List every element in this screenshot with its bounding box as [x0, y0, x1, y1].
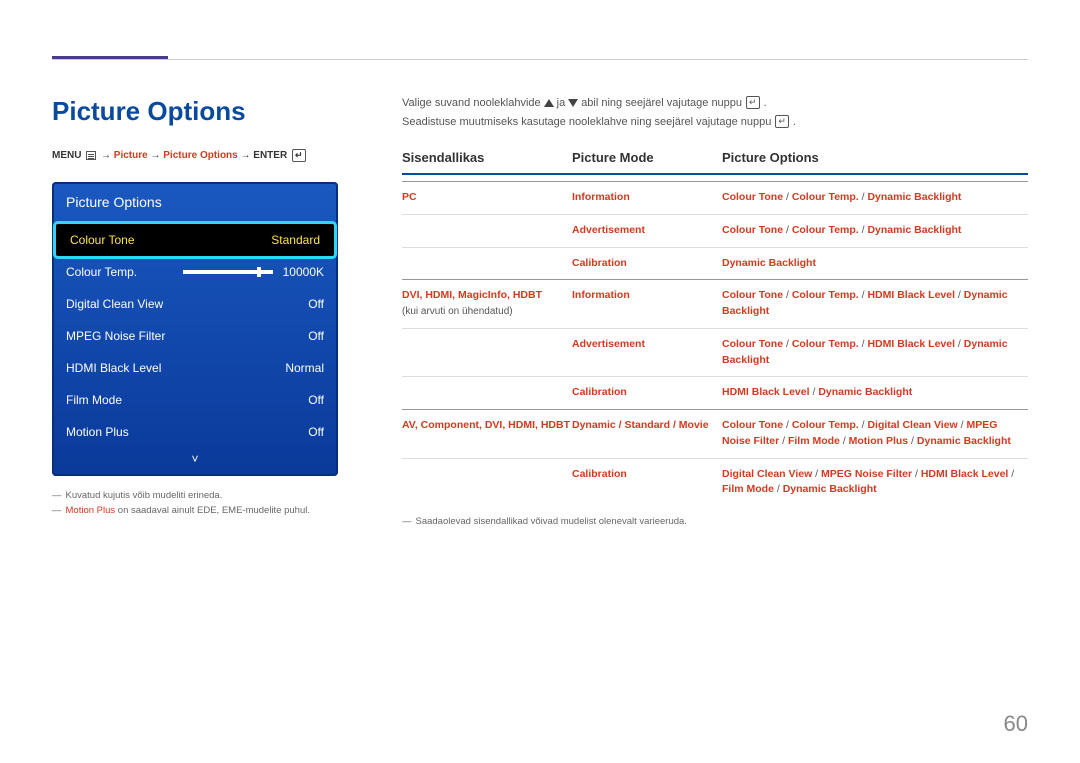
cell-source: [402, 256, 572, 272]
cell-options: Colour Tone / Colour Temp. / HDMI Black …: [722, 337, 1028, 369]
cell-mode: Advertisement: [572, 337, 722, 369]
breadcrumb-enter: ENTER: [253, 150, 287, 161]
cell-mode: Calibration: [572, 467, 722, 499]
breadcrumb: MENU → Picture → Picture Options → ENTER…: [52, 149, 338, 162]
cell-mode: Dynamic / Standard / Movie: [572, 418, 722, 450]
header-divider: [52, 59, 1028, 60]
page-title: Picture Options: [52, 96, 338, 127]
cell-source: PC: [402, 190, 572, 206]
osd-row[interactable]: MPEG Noise Filter Off: [52, 320, 338, 352]
osd-row-label: Colour Temp.: [66, 265, 137, 279]
cell-options: Colour Tone / Colour Temp. / HDMI Black …: [722, 288, 1028, 320]
cell-source: DVI, HDMI, MagicInfo, HDBT(kui arvuti on…: [402, 288, 572, 320]
intro-line-1: Valige suvand nooleklahvide ja abil ning…: [402, 96, 1028, 109]
osd-row-label: Film Mode: [66, 393, 122, 407]
osd-row-value: Off: [308, 297, 324, 311]
slider[interactable]: [183, 270, 273, 274]
osd-row-value: Normal: [285, 361, 324, 375]
cell-source: [402, 467, 572, 499]
osd-more-indicator[interactable]: ˅: [52, 448, 338, 466]
osd-row-label: Motion Plus: [66, 425, 129, 439]
cell-options: Dynamic Backlight: [722, 256, 1028, 272]
footnote-1: ― Kuvatud kujutis võib mudeliti erineda.: [52, 490, 338, 501]
cell-mode: Advertisement: [572, 223, 722, 239]
osd-panel-title: Picture Options: [52, 182, 338, 224]
table-row: AdvertisementColour Tone / Colour Temp. …: [402, 328, 1028, 377]
cell-mode: Calibration: [572, 256, 722, 272]
cell-options: Colour Tone / Colour Temp. / Dynamic Bac…: [722, 190, 1028, 206]
cell-options: HDMI Black Level / Dynamic Backlight: [722, 385, 1028, 401]
col-header-mode: Picture Mode: [572, 150, 722, 165]
options-table: Sisendallikas Picture Mode Picture Optio…: [402, 150, 1028, 527]
table-header: Sisendallikas Picture Mode Picture Optio…: [402, 150, 1028, 175]
col-header-options: Picture Options: [722, 150, 1028, 165]
table-row: AV, Component, DVI, HDMI, HDBTDynamic / …: [402, 409, 1028, 458]
osd-row[interactable]: HDMI Black Level Normal: [52, 352, 338, 384]
osd-row-value: Off: [308, 329, 324, 343]
cell-mode: Information: [572, 288, 722, 320]
table-row: CalibrationDynamic Backlight: [402, 247, 1028, 280]
cell-options: Colour Tone / Colour Temp. / Digital Cle…: [722, 418, 1028, 450]
cell-source: [402, 223, 572, 239]
enter-icon: ↵: [775, 115, 789, 128]
enter-icon: ↵: [746, 96, 760, 109]
table-row: DVI, HDMI, MagicInfo, HDBT(kui arvuti on…: [402, 279, 1028, 328]
cell-source: [402, 337, 572, 369]
cell-options: Digital Clean View / MPEG Noise Filter /…: [722, 467, 1028, 499]
right-column: Valige suvand nooleklahvide ja abil ning…: [402, 96, 1028, 527]
table-footer: ― Saadaolevad sisendallikad võivad mudel…: [402, 516, 1028, 527]
breadcrumb-picture-options: Picture Options: [163, 150, 237, 161]
osd-row[interactable]: Digital Clean View Off: [52, 288, 338, 320]
table-row: CalibrationHDMI Black Level / Dynamic Ba…: [402, 376, 1028, 409]
osd-row-value: Off: [308, 425, 324, 439]
breadcrumb-menu: MENU: [52, 150, 81, 161]
intro-line-2: Seadistuse muutmiseks kasutage nooleklah…: [402, 115, 1028, 128]
osd-row-label: Digital Clean View: [66, 297, 163, 311]
cell-options: Colour Tone / Colour Temp. / Dynamic Bac…: [722, 223, 1028, 239]
osd-row-label: HDMI Black Level: [66, 361, 161, 375]
table-row: CalibrationDigital Clean View / MPEG Noi…: [402, 458, 1028, 507]
osd-row-value: Standard: [271, 233, 320, 247]
arrow-up-icon: [544, 99, 554, 107]
menu-icon: [86, 151, 96, 160]
table-row: PCInformationColour Tone / Colour Temp. …: [402, 181, 1028, 214]
arrow-down-icon: [568, 99, 578, 107]
osd-row-value: 10000K: [283, 265, 324, 279]
cell-source: [402, 385, 572, 401]
col-header-source: Sisendallikas: [402, 150, 572, 165]
footnote-2: ― Motion Plus on saadaval ainult EDE, EM…: [52, 505, 338, 516]
cell-mode: Calibration: [572, 385, 722, 401]
left-column: Picture Options MENU → Picture → Picture…: [52, 96, 338, 527]
enter-icon: ↵: [292, 149, 306, 162]
osd-row-label: MPEG Noise Filter: [66, 329, 165, 343]
breadcrumb-picture: Picture: [114, 150, 148, 161]
osd-row[interactable]: Motion Plus Off: [52, 416, 338, 448]
osd-row-label: Colour Tone: [70, 233, 135, 247]
osd-row[interactable]: Colour Temp. 10000K: [52, 256, 338, 288]
osd-panel: Picture Options Colour ToneStandardColou…: [52, 182, 338, 476]
table-row: AdvertisementColour Tone / Colour Temp. …: [402, 214, 1028, 247]
osd-row-value: Off: [308, 393, 324, 407]
osd-row[interactable]: Film Mode Off: [52, 384, 338, 416]
cell-source: AV, Component, DVI, HDMI, HDBT: [402, 418, 572, 450]
page-number: 60: [1004, 711, 1028, 737]
osd-row[interactable]: Colour Tone Standard: [56, 224, 334, 256]
cell-mode: Information: [572, 190, 722, 206]
